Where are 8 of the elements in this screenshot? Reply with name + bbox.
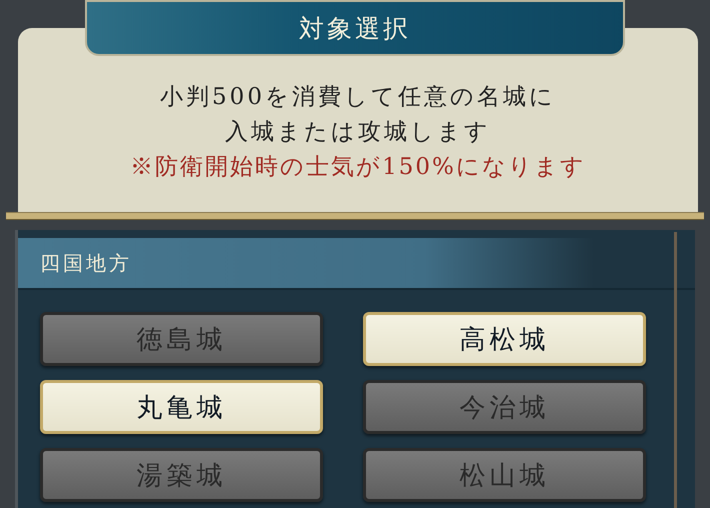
description-text: 小判500を消費して任意の名城に [160,83,556,112]
castle-button[interactable]: 丸亀城 [40,380,323,434]
description-text: 入城または攻城します [225,118,491,147]
region-title: 四国地方 [40,250,132,276]
castle-button[interactable]: 高松城 [363,312,646,366]
scrollbar[interactable] [674,232,677,508]
note-text: ※防衛開始時の士気が150%になります [130,153,586,182]
dialog-title: 対象選択 [299,12,411,44]
